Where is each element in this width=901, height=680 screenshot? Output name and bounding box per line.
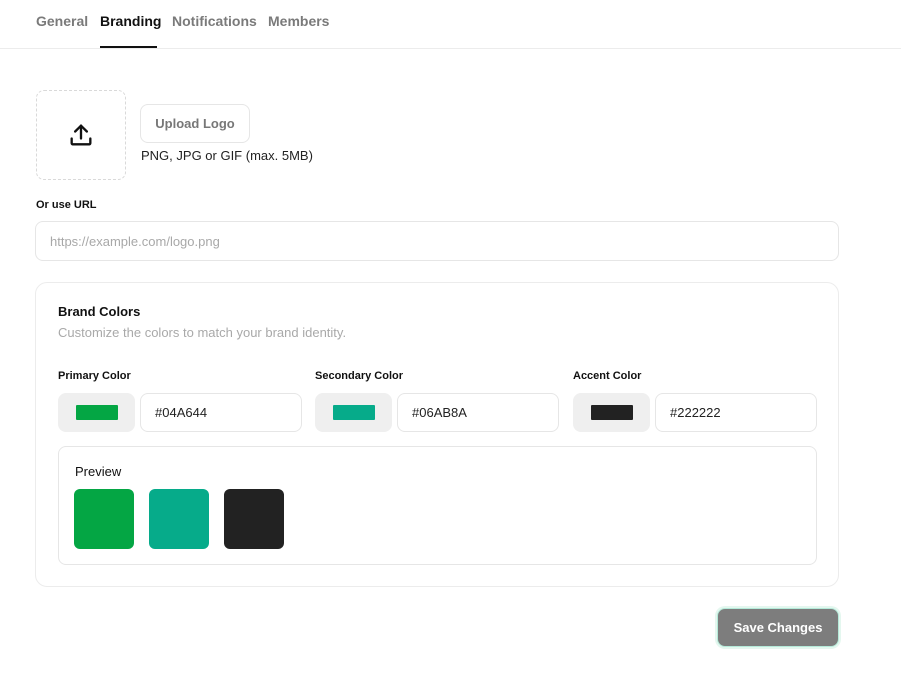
settings-tabs: General Branding Notifications Members (0, 0, 901, 49)
tab-members[interactable]: Members (268, 13, 329, 29)
brand-colors-subtitle: Customize the colors to match your brand… (58, 325, 347, 340)
brand-colors-title: Brand Colors (58, 304, 141, 319)
preview-accent-swatch (224, 489, 284, 549)
secondary-color-swatch (332, 405, 375, 420)
logo-dropzone[interactable] (36, 90, 126, 180)
logo-url-label: Or use URL (36, 199, 97, 211)
accent-color-picker[interactable] (573, 393, 650, 432)
accent-color-swatch (590, 405, 633, 420)
tab-general[interactable]: General (36, 13, 88, 29)
secondary-color-hex-input[interactable] (397, 393, 559, 432)
accent-color-hex-input[interactable] (655, 393, 817, 432)
color-preview-panel: Preview (58, 446, 817, 565)
primary-color-picker[interactable] (58, 393, 135, 432)
preview-title: Preview (75, 464, 122, 479)
upload-file-hint: PNG, JPG or GIF (max. 5MB) (141, 148, 313, 163)
upload-icon (70, 124, 92, 146)
primary-color-swatch (75, 405, 118, 420)
save-changes-button[interactable]: Save Changes (717, 608, 839, 647)
logo-url-input[interactable] (35, 221, 839, 261)
upload-logo-button[interactable]: Upload Logo (140, 104, 250, 143)
accent-color-label: Accent Color (573, 370, 642, 382)
secondary-color-label: Secondary Color (315, 370, 404, 382)
secondary-color-picker[interactable] (315, 393, 392, 432)
primary-color-label: Primary Color (58, 370, 131, 382)
tab-notifications[interactable]: Notifications (172, 13, 257, 29)
brand-colors-card: Brand Colors Customize the colors to mat… (35, 282, 839, 587)
primary-color-hex-input[interactable] (140, 393, 302, 432)
preview-primary-swatch (74, 489, 134, 549)
active-tab-indicator (100, 46, 157, 48)
tab-branding[interactable]: Branding (100, 13, 161, 29)
preview-secondary-swatch (149, 489, 209, 549)
